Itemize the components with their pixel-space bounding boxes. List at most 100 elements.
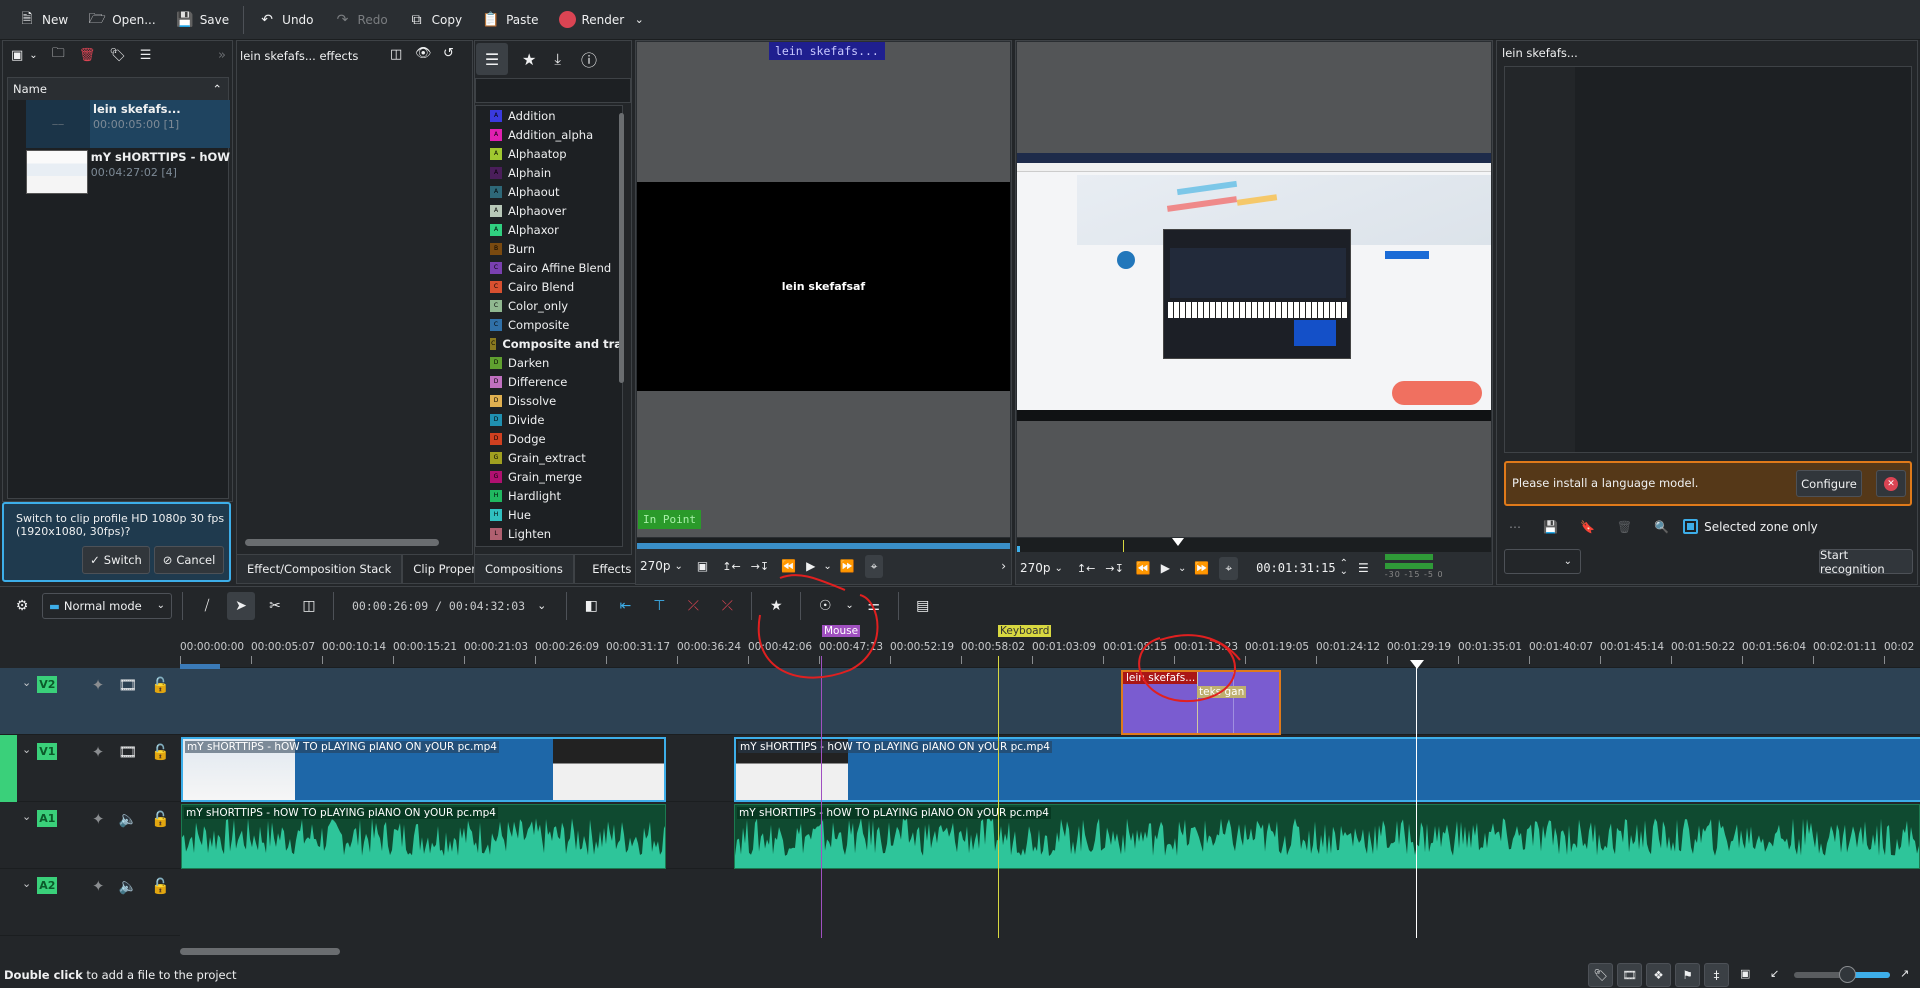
- clip-view-icon[interactable]: ▣: [697, 559, 708, 573]
- delete-icon[interactable]: 🗑: [1617, 520, 1632, 534]
- playhead-line[interactable]: [1416, 664, 1417, 938]
- track-header-v2[interactable]: ⌄ V2 ✦ 🎞 🔓: [0, 668, 180, 735]
- paste-button[interactable]: 📋 Paste: [472, 4, 548, 36]
- track-header-a1[interactable]: ⌄ A1 ✦ 🔈 🔓: [0, 802, 180, 869]
- expand-icon[interactable]: »: [218, 48, 226, 63]
- lock-icon[interactable]: 🔓: [151, 743, 170, 761]
- menu-icon[interactable]: ☰: [140, 48, 152, 63]
- waveform-icon[interactable]: ❖: [1646, 963, 1671, 987]
- effect-item[interactable]: G Grain_extract: [476, 448, 622, 467]
- snap-guide-icon[interactable]: ‡: [1704, 963, 1729, 987]
- insert-icon[interactable]: ⇤: [611, 592, 639, 620]
- zone-marker[interactable]: [180, 664, 220, 669]
- copy-button[interactable]: ⧉ Copy: [398, 4, 472, 36]
- edit-mode-select[interactable]: ▬ Normal mode ⌄: [42, 592, 172, 619]
- lift-icon[interactable]: ⤫: [679, 592, 707, 620]
- timecode-field[interactable]: 00:01:31:15: [1256, 561, 1335, 575]
- collapse-icon[interactable]: ⌄: [22, 743, 31, 756]
- zoom-slider-handle[interactable]: [1838, 966, 1856, 983]
- video-clip[interactable]: mY sHORTTIPS - hOW TO pLAYING pIANO ON y…: [181, 737, 666, 802]
- language-select[interactable]: ⌄: [1504, 549, 1581, 574]
- chevron-down-icon[interactable]: ⌄: [630, 11, 648, 29]
- insert-icon[interactable]: ⋯: [1509, 520, 1521, 534]
- effect-wand-icon[interactable]: ✦: [92, 877, 105, 895]
- open-button[interactable]: 🗁 Open...: [78, 4, 166, 36]
- close-warning-button[interactable]: ✕: [1876, 470, 1906, 497]
- effect-item[interactable]: C Composite: [476, 315, 622, 334]
- bookmark-icon[interactable]: 🔖: [1580, 520, 1595, 534]
- audio-clip[interactable]: mY sHORTTIPS - hOW TO pLAYING pIANO ON y…: [734, 804, 1920, 869]
- reset-icon[interactable]: ↺: [443, 46, 454, 61]
- lock-icon[interactable]: 🔓: [151, 810, 170, 828]
- effect-item[interactable]: D Darken: [476, 353, 622, 372]
- select-tool-icon[interactable]: ➤: [227, 591, 255, 620]
- delete-icon[interactable]: 🗑: [79, 48, 96, 63]
- eye-icon[interactable]: 👁: [415, 46, 432, 61]
- info-icon[interactable]: ⓘ: [581, 47, 597, 71]
- playhead-marker[interactable]: [1172, 538, 1184, 546]
- configure-button[interactable]: Configure: [1796, 470, 1862, 497]
- effect-item[interactable]: A Addition: [476, 106, 622, 125]
- effect-item[interactable]: L Luma: [476, 543, 622, 547]
- start-recognition-button[interactable]: Start recognition: [1819, 548, 1913, 576]
- chevron-down-icon[interactable]: ⌄: [675, 561, 683, 572]
- project-ruler[interactable]: [1017, 538, 1491, 552]
- audio-clip[interactable]: mY sHORTTIPS - hOW TO pLAYING pIANO ON y…: [181, 804, 666, 869]
- download-icon[interactable]: ⤓: [554, 50, 561, 68]
- spacer-tool-icon[interactable]: ◫: [295, 592, 323, 620]
- collapse-icon[interactable]: ⌄: [22, 810, 31, 823]
- effect-item[interactable]: L Lighten: [476, 524, 622, 543]
- effect-item[interactable]: D Difference: [476, 372, 622, 391]
- extract-icon[interactable]: ⤫: [713, 592, 741, 620]
- effect-wand-icon[interactable]: ✦: [92, 810, 105, 828]
- effect-item[interactable]: D Divide: [476, 410, 622, 429]
- list-icon[interactable]: ☰: [476, 43, 508, 75]
- effects-scrollbar[interactable]: [619, 113, 624, 383]
- split-audio-icon[interactable]: ◧: [577, 592, 605, 620]
- track-lane-a2[interactable]: [180, 869, 1920, 936]
- effect-item[interactable]: C Cairo Affine Blend: [476, 258, 622, 277]
- save-button[interactable]: 💾 Save: [166, 4, 239, 36]
- effect-item[interactable]: A Alphaatop: [476, 144, 622, 163]
- zoom-out-icon[interactable]: ↙: [1770, 967, 1779, 980]
- effect-item[interactable]: A Alphaover: [476, 201, 622, 220]
- tab-compositions[interactable]: Compositions: [474, 555, 574, 584]
- timecode-spinner-icon[interactable]: ⌃ ⌄: [1340, 559, 1348, 577]
- cancel-button[interactable]: ⊘ Cancel: [154, 546, 224, 574]
- effect-item[interactable]: H Hardlight: [476, 486, 622, 505]
- film-icon[interactable]: 🎞: [1617, 963, 1642, 987]
- add-clip-icon[interactable]: ▣: [11, 48, 23, 63]
- add-folder-icon[interactable]: 🗀: [52, 44, 65, 66]
- search-icon[interactable]: 🔍: [1654, 520, 1669, 534]
- effect-item[interactable]: H Hue: [476, 505, 622, 524]
- resolution-select[interactable]: 270p: [640, 559, 671, 573]
- zoom-in-icon[interactable]: ↗: [1900, 967, 1909, 980]
- film-icon[interactable]: 🎞: [118, 676, 137, 694]
- effect-item[interactable]: G Grain_merge: [476, 467, 622, 486]
- star-icon[interactable]: ★: [522, 50, 536, 69]
- save-edit-icon[interactable]: 💾: [1543, 520, 1558, 534]
- tag-icon[interactable]: 🏷: [1588, 963, 1613, 987]
- effects-search-input[interactable]: [475, 78, 631, 103]
- collapse-icon[interactable]: ⌄: [22, 877, 31, 890]
- effect-item[interactable]: A Alphaout: [476, 182, 622, 201]
- switch-button[interactable]: ✓ Switch: [82, 546, 150, 574]
- speaker-icon[interactable]: 🔈: [119, 810, 138, 828]
- track-settings-icon[interactable]: ⚙: [8, 592, 36, 620]
- playhead-handle[interactable]: [1410, 660, 1424, 669]
- speaker-icon[interactable]: 🔈: [119, 877, 138, 895]
- razor-icon[interactable]: ✂: [261, 592, 289, 620]
- effect-item[interactable]: D Dodge: [476, 429, 622, 448]
- fit-zoom-icon[interactable]: ▣: [1740, 967, 1750, 980]
- set-in-icon[interactable]: ↥←: [722, 560, 740, 573]
- tag-icon[interactable]: 🏷: [109, 48, 126, 63]
- effect-wand-icon[interactable]: ✦: [92, 676, 105, 694]
- tab-effect-composition-stack[interactable]: Effect/Composition Stack: [236, 555, 403, 584]
- clip-ruler[interactable]: [637, 538, 1010, 549]
- flag-icon[interactable]: ⚑: [1675, 963, 1700, 987]
- bin-item[interactable]: —— lein skefafs... 00:00:05:00 [1]: [26, 100, 230, 148]
- overwrite-icon[interactable]: ⊤: [645, 592, 673, 620]
- track-header-v1[interactable]: ⌄ V1 ✦ 🎞 🔓: [0, 735, 180, 802]
- lock-icon[interactable]: 🔓: [151, 676, 170, 694]
- effect-item[interactable]: A Alphaxor: [476, 220, 622, 239]
